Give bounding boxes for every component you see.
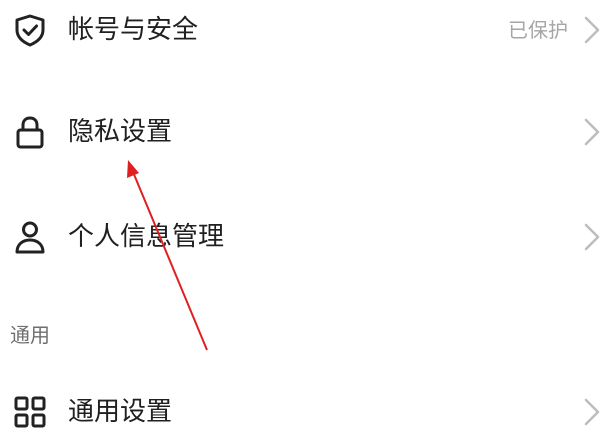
settings-item-general[interactable]: 通用设置 bbox=[0, 382, 600, 442]
status-text: 已保护 bbox=[508, 18, 568, 42]
chevron-right-icon bbox=[584, 15, 600, 45]
shield-check-icon bbox=[12, 12, 48, 48]
settings-item-label: 通用设置 bbox=[68, 397, 173, 427]
settings-item-personal-info[interactable]: 个人信息管理 bbox=[0, 207, 600, 267]
chevron-right-icon bbox=[584, 397, 600, 427]
settings-item-label: 个人信息管理 bbox=[68, 222, 225, 252]
settings-item-label: 隐私设置 bbox=[68, 117, 173, 147]
lock-icon bbox=[12, 114, 48, 150]
grid-icon bbox=[12, 394, 48, 430]
settings-item-account-security[interactable]: 帐号与安全 已保护 bbox=[0, 0, 600, 60]
section-header: 通用 bbox=[10, 323, 50, 347]
user-icon bbox=[12, 219, 48, 255]
settings-item-privacy[interactable]: 隐私设置 bbox=[0, 102, 600, 162]
settings-item-label: 帐号与安全 bbox=[68, 15, 199, 45]
chevron-right-icon bbox=[584, 222, 600, 252]
chevron-right-icon bbox=[584, 117, 600, 147]
